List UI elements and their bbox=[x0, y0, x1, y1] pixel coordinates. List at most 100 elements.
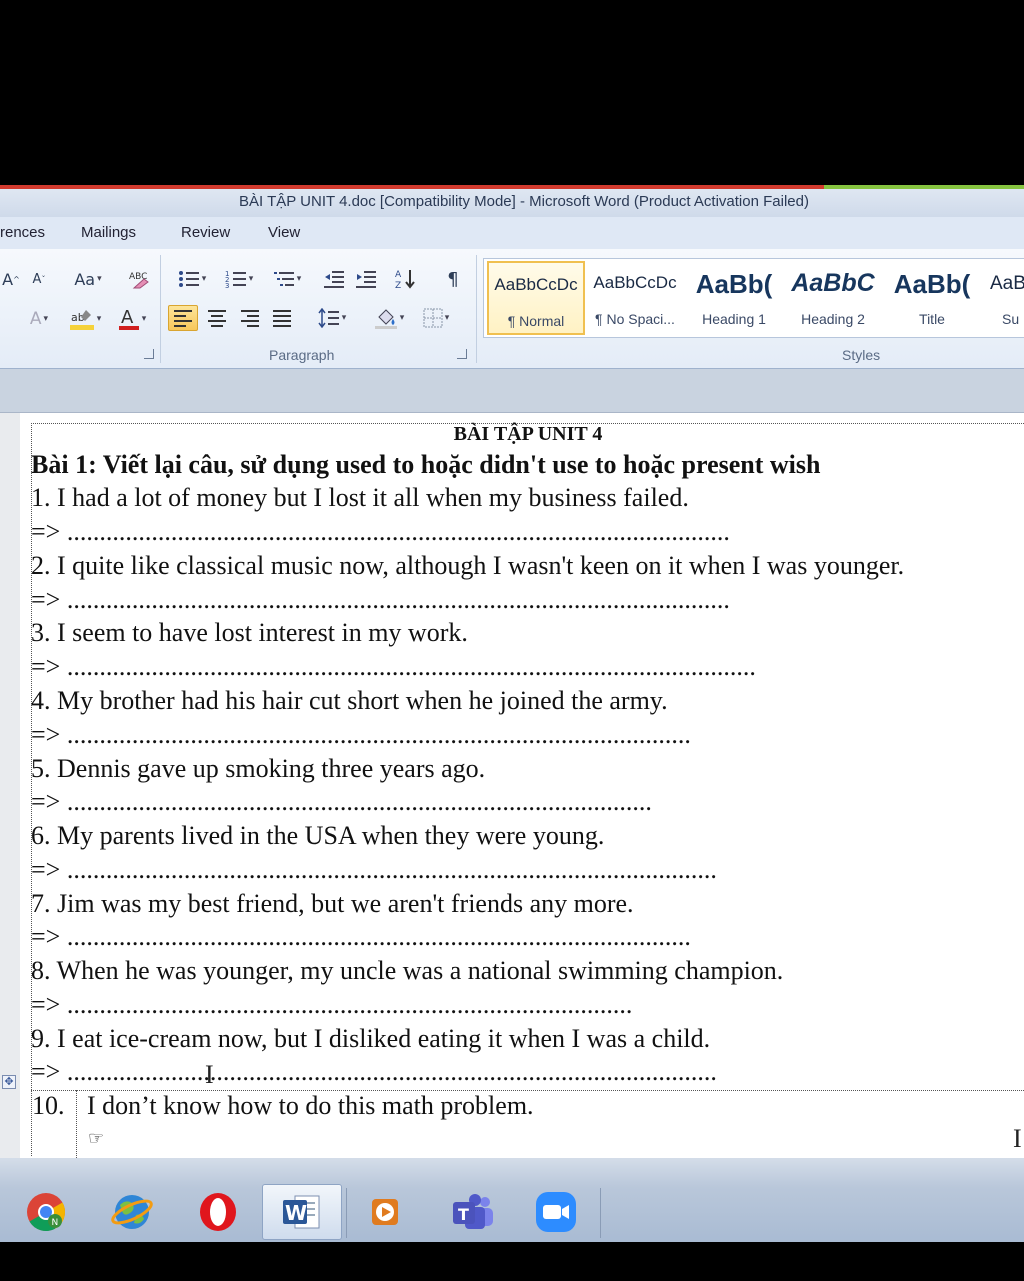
screen-top-bezel bbox=[0, 0, 1024, 185]
paragraph-dialog-launcher-icon[interactable] bbox=[457, 349, 467, 359]
show-formatting-marks-icon[interactable]: ¶ bbox=[440, 266, 466, 292]
style-name: Heading 1 bbox=[702, 311, 766, 327]
numbering-icon[interactable]: 1 2 3 ▾ bbox=[218, 266, 260, 292]
answer-line-5[interactable]: => .....................................… bbox=[31, 787, 861, 817]
font-dialog-launcher-icon[interactable] bbox=[144, 349, 154, 359]
align-right-icon[interactable] bbox=[236, 305, 264, 331]
style-sample: AaB bbox=[990, 273, 1024, 294]
answer-line-8[interactable]: => .....................................… bbox=[31, 990, 891, 1020]
table-move-handle-icon[interactable]: ✥ bbox=[2, 1075, 16, 1089]
taskbar-zoom[interactable] bbox=[516, 1184, 596, 1240]
style-sample: AaBbCcDc bbox=[494, 275, 578, 294]
question-6: 6. My parents lived in the USA when they… bbox=[31, 821, 605, 850]
decrease-indent-icon[interactable] bbox=[320, 266, 348, 292]
taskbar-teams[interactable]: T bbox=[433, 1184, 513, 1240]
style-name: Su bbox=[1002, 311, 1020, 327]
screen-bottom-bezel bbox=[0, 1242, 1024, 1281]
style-normal[interactable]: AaBbCcDc ¶ Normal bbox=[487, 261, 585, 335]
taskbar-media-player[interactable] bbox=[345, 1184, 425, 1240]
style-name: ¶ Normal bbox=[507, 313, 565, 329]
question-2: 2. I quite like classical music now, alt… bbox=[31, 551, 905, 580]
align-left-icon[interactable] bbox=[168, 305, 198, 331]
font-color-icon[interactable]: A ▾ bbox=[112, 306, 152, 332]
style-sample: AaBbCcDc bbox=[593, 273, 677, 292]
ruler-band bbox=[0, 369, 1024, 413]
media-player-icon bbox=[372, 1199, 398, 1225]
taskbar-browser[interactable] bbox=[92, 1184, 172, 1240]
paragraph-group-label: Paragraph bbox=[269, 347, 335, 363]
question-8: 8. When he was younger, my uncle was a n… bbox=[31, 956, 784, 985]
shrink-font-icon[interactable]: Aˇ bbox=[28, 266, 50, 292]
svg-text:T: T bbox=[458, 1205, 469, 1224]
question-4: 4. My brother had his hair cut short whe… bbox=[31, 686, 668, 715]
svg-text:A: A bbox=[395, 270, 402, 280]
word-icon: W bbox=[283, 1195, 320, 1229]
style-sample: AaBb( bbox=[695, 269, 773, 299]
style-heading-2[interactable]: AaBbC Heading 2 bbox=[784, 261, 882, 335]
group-separator bbox=[160, 255, 161, 363]
style-name: Heading 2 bbox=[801, 311, 865, 327]
answer-line-4[interactable]: => .....................................… bbox=[31, 720, 918, 750]
clear-formatting-icon[interactable]: ABC bbox=[124, 266, 154, 292]
group-separator bbox=[476, 255, 477, 363]
question-7: 7. Jim was my best friend, but we aren't… bbox=[31, 889, 634, 918]
text-highlight-icon[interactable]: ab ▾ bbox=[64, 306, 106, 332]
svg-text:3: 3 bbox=[225, 282, 229, 289]
pointer-hand-icon: ☞ bbox=[88, 1128, 105, 1149]
answer-line-7[interactable]: => .....................................… bbox=[31, 922, 918, 952]
style-no-spacing[interactable]: AaBbCcDc ¶ No Spaci... bbox=[586, 261, 684, 335]
question-9: 9. I eat ice-cream now, but I disliked e… bbox=[31, 1024, 711, 1053]
window-title: BÀI TẬP UNIT 4.doc [Compatibility Mode] … bbox=[239, 193, 809, 210]
style-name: ¶ No Spaci... bbox=[595, 311, 675, 327]
svg-text:A: A bbox=[121, 307, 134, 328]
tab-view[interactable]: View bbox=[268, 224, 300, 241]
ribbon-tabs: rences Mailings Review View bbox=[0, 217, 1024, 249]
taskbar-word[interactable]: W bbox=[262, 1184, 342, 1240]
table-cell-number[interactable]: 10. bbox=[32, 1091, 65, 1121]
change-case-icon[interactable]: Aa ▾ bbox=[70, 266, 106, 292]
styles-group-label: Styles bbox=[842, 347, 881, 363]
svg-text:W: W bbox=[285, 1201, 307, 1225]
opera-icon bbox=[200, 1193, 236, 1231]
multilevel-list-icon[interactable]: ▾ bbox=[266, 266, 308, 292]
answer-line-2[interactable]: => .....................................… bbox=[31, 585, 976, 615]
answer-line-1[interactable]: => .....................................… bbox=[31, 517, 976, 547]
answer-line-3[interactable]: => .....................................… bbox=[31, 652, 1006, 682]
text-cursor-icon: I bbox=[1013, 1124, 1022, 1153]
align-center-icon[interactable] bbox=[203, 305, 231, 331]
style-sample: AaBbC bbox=[791, 269, 875, 297]
bullets-icon[interactable]: ▾ bbox=[172, 266, 212, 292]
question-3: 3. I seem to have lost interest in my wo… bbox=[31, 618, 468, 647]
browser-globe-icon bbox=[111, 1195, 153, 1229]
taskbar-opera[interactable] bbox=[178, 1184, 258, 1240]
tab-references[interactable]: rences bbox=[0, 224, 45, 241]
text-effects-icon[interactable]: A ▾ bbox=[24, 306, 54, 332]
tab-review[interactable]: Review bbox=[181, 224, 230, 241]
text-cursor-icon: I bbox=[205, 1060, 214, 1089]
answer-line-6[interactable]: => .....................................… bbox=[31, 855, 949, 885]
borders-icon[interactable]: ▾ bbox=[416, 305, 456, 331]
style-name: Title bbox=[919, 311, 945, 327]
sort-icon[interactable]: AZ bbox=[393, 266, 421, 292]
style-title[interactable]: AaBb( Title bbox=[883, 261, 981, 335]
style-heading-1[interactable]: AaBb( Heading 1 bbox=[685, 261, 783, 335]
taskbar: N W T bbox=[0, 1158, 1024, 1242]
grow-font-icon[interactable]: A ^ bbox=[0, 266, 22, 292]
zoom-icon bbox=[536, 1192, 576, 1232]
taskbar-chrome[interactable]: N bbox=[6, 1184, 86, 1240]
style-sample: AaBb( bbox=[893, 269, 971, 299]
taskbar-separator bbox=[600, 1188, 601, 1238]
justify-icon[interactable] bbox=[268, 305, 296, 331]
style-subtitle[interactable]: AaB Su bbox=[982, 261, 1024, 335]
tab-mailings[interactable]: Mailings bbox=[81, 224, 136, 241]
table-cell-question-10[interactable]: I don’t know how to do this math problem… bbox=[87, 1091, 534, 1121]
answer-line-9[interactable]: => .....................................… bbox=[31, 1057, 949, 1087]
chrome-icon: N bbox=[27, 1193, 66, 1232]
question-5: 5. Dennis gave up smoking three years ag… bbox=[31, 754, 486, 783]
question-1: 1. I had a lot of money but I lost it al… bbox=[31, 483, 689, 512]
line-spacing-icon[interactable]: ▾ bbox=[312, 305, 352, 331]
shading-icon[interactable]: ▾ bbox=[368, 305, 410, 331]
svg-text:N: N bbox=[52, 1218, 59, 1228]
table-column-border bbox=[76, 1090, 77, 1158]
increase-indent-icon[interactable] bbox=[352, 266, 380, 292]
